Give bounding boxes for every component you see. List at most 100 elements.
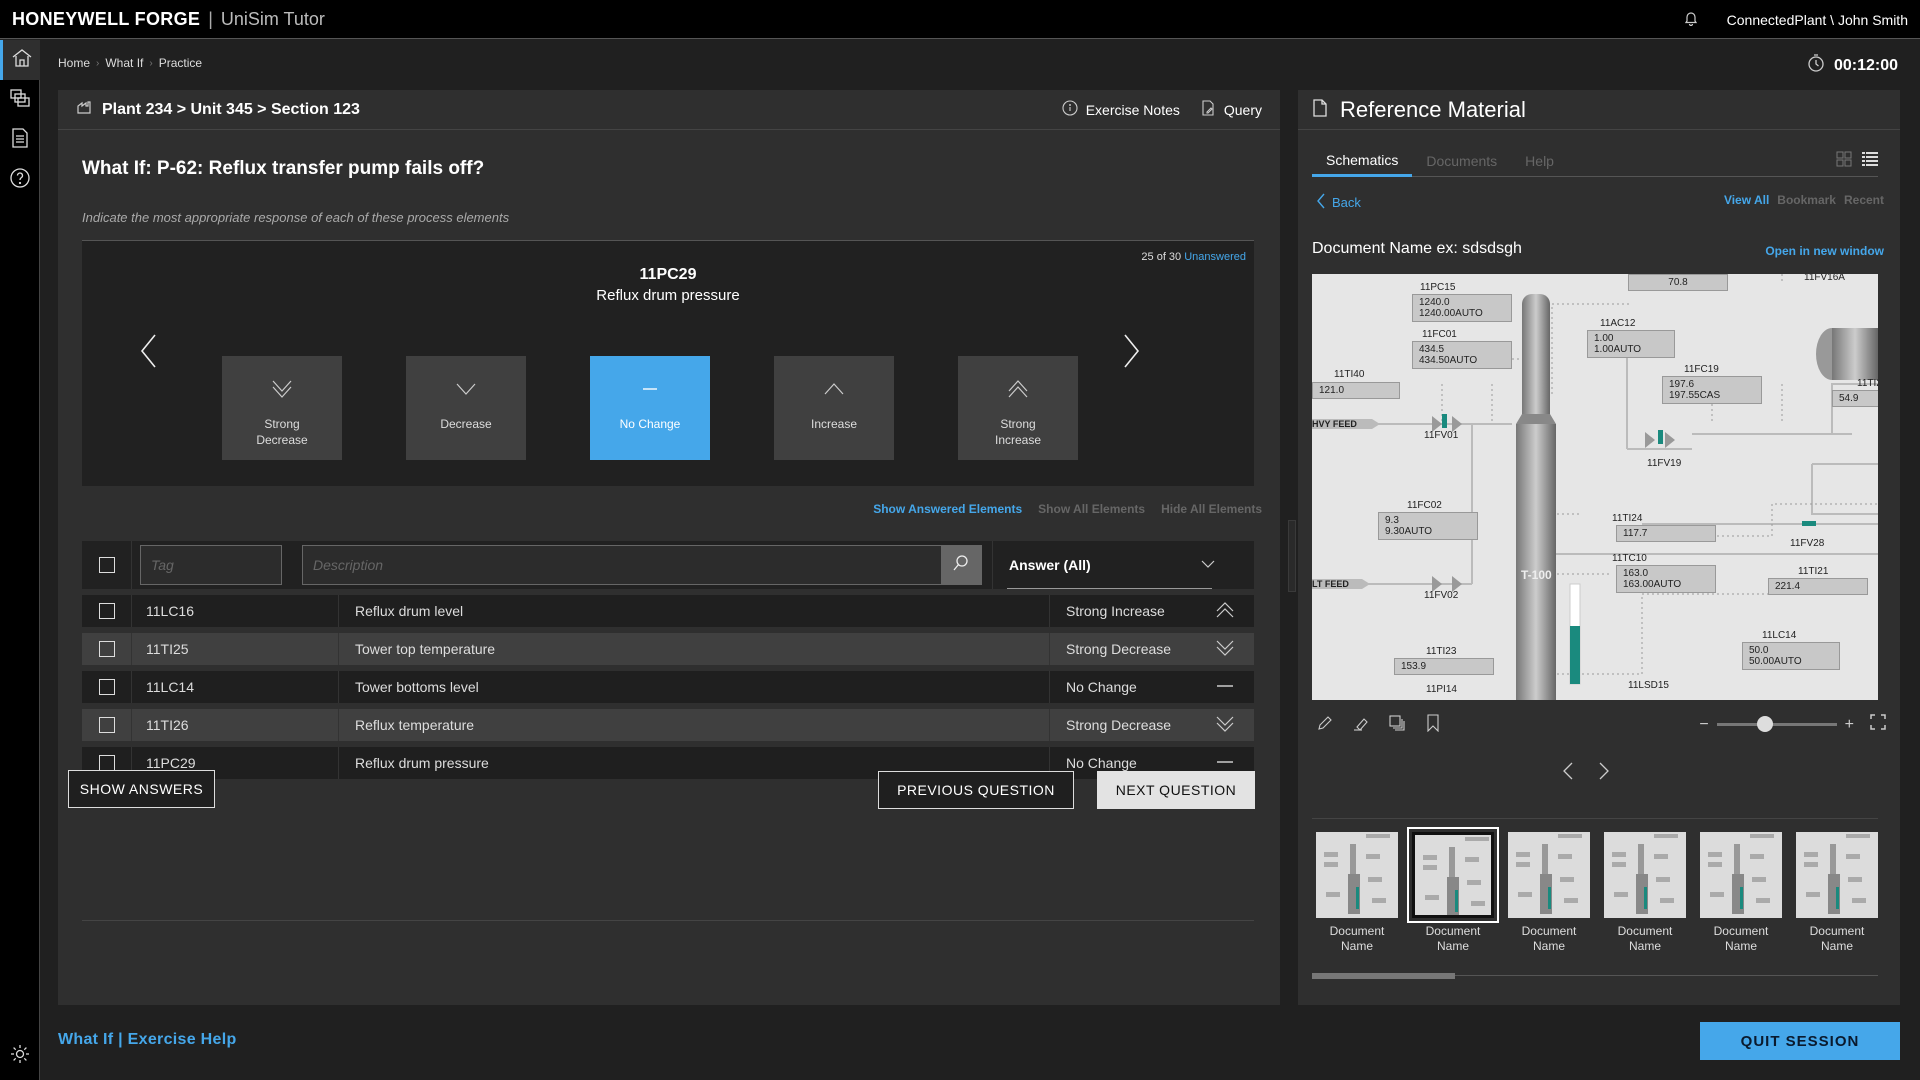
option-label: No Change — [619, 417, 681, 431]
description-search-button[interactable] — [941, 546, 981, 584]
chevron-left-icon[interactable] — [1562, 762, 1574, 785]
row-checkbox[interactable] — [98, 679, 115, 695]
nav-home[interactable] — [0, 40, 40, 80]
thumbnail-label: Document Name — [1329, 924, 1385, 953]
reference-header: Reference Material — [1298, 90, 1900, 130]
view-all-link[interactable]: View All — [1724, 193, 1769, 207]
document-name: Document Name ex: sdsdsgh — [1312, 240, 1522, 257]
recent-link[interactable]: Recent — [1844, 193, 1884, 207]
next-element-button[interactable] — [1116, 333, 1146, 373]
breadcrumb-practice[interactable]: Practice — [159, 56, 202, 70]
pencil-icon[interactable] — [1316, 714, 1334, 737]
document-thumbnail[interactable]: Document Name — [1700, 832, 1782, 954]
list-view-icon[interactable] — [1862, 151, 1878, 170]
thumbnail-image — [1508, 832, 1590, 918]
double-chevron-down-icon — [1214, 637, 1236, 662]
nav-settings[interactable] — [0, 1036, 40, 1076]
thumbnail-image — [1700, 832, 1782, 918]
table-row[interactable]: 11PC29 Reflux drum pressure No Change — [82, 747, 1254, 779]
show-answered-elements-link[interactable]: Show Answered Elements — [873, 502, 1022, 516]
back-link[interactable]: Back — [1316, 193, 1361, 212]
readout-value: 121.0 — [1319, 385, 1345, 396]
table-row[interactable]: 11TI25 Tower top temperature Strong Decrea… — [82, 633, 1254, 665]
document-thumbnail[interactable]: Document Name — [1316, 832, 1398, 954]
element-filters: Show Answered Elements Show All Elements… — [873, 502, 1262, 516]
exercise-help-link[interactable]: What If | Exercise Help — [58, 1031, 237, 1049]
option-strong-increase[interactable]: Strong Increase — [958, 356, 1078, 460]
nav-windows[interactable] — [0, 80, 40, 120]
open-in-new-window-link[interactable]: Open in new window — [1765, 244, 1884, 258]
nav-documents[interactable] — [0, 120, 40, 160]
show-answers-button[interactable]: SHOW ANSWERS — [68, 770, 215, 808]
zoom-out-icon[interactable]: − — [1699, 716, 1708, 734]
option-no-change[interactable]: No Change — [590, 356, 710, 460]
document-thumbnail[interactable]: Document Name — [1407, 827, 1499, 954]
query-button[interactable]: Query — [1200, 100, 1262, 119]
previous-question-button[interactable]: PREVIOUS QUESTION — [878, 771, 1074, 809]
row-checkbox[interactable] — [98, 755, 115, 771]
user-account[interactable]: ConnectedPlant \ John Smith — [1727, 12, 1908, 28]
bookmark-link[interactable]: Bookmark — [1777, 193, 1836, 207]
select-all-checkbox[interactable] — [98, 557, 115, 573]
row-answer-label: Strong Increase — [1066, 603, 1165, 619]
answer-selector: 25 of 30 Unanswered 11PC29 Reflux drum p… — [82, 240, 1254, 486]
schematic-viewer[interactable]: 11PC15 1240.0 1240.00AUTO 11FC01 434.5 434… — [1312, 274, 1878, 700]
breadcrumb-home[interactable]: Home — [58, 56, 90, 70]
document-thumbnail[interactable]: Document Name — [1604, 832, 1686, 954]
previous-element-button[interactable] — [134, 333, 164, 373]
nav-help[interactable] — [0, 160, 40, 200]
option-strong-decrease[interactable]: Strong Decrease — [222, 356, 342, 460]
eraser-icon[interactable] — [1352, 714, 1370, 737]
thumbnail-scrollbar[interactable] — [1312, 973, 1455, 979]
hide-all-elements-link[interactable]: Hide All Elements — [1161, 502, 1262, 516]
row-tag: 11LC14 — [132, 671, 339, 703]
bookmark-icon[interactable] — [1424, 714, 1442, 737]
current-element-tag: 11PC29 — [639, 266, 697, 283]
row-checkbox[interactable] — [98, 641, 115, 657]
zoom-slider[interactable] — [1716, 716, 1837, 732]
grid-view-icon[interactable] — [1836, 151, 1852, 170]
next-question-button[interactable]: NEXT QUESTION — [1097, 771, 1255, 809]
readout-value: 117.7 — [1623, 528, 1648, 539]
zoom-in-icon[interactable]: + — [1845, 716, 1854, 734]
bell-icon[interactable] — [1683, 10, 1699, 29]
quit-session-button[interactable]: QUIT SESSION — [1700, 1022, 1900, 1060]
row-select-cell — [82, 595, 132, 627]
option-increase[interactable]: Increase — [774, 356, 894, 460]
chevron-up-icon — [821, 376, 847, 416]
table-row[interactable]: 11TI26 Reflux temperature Strong Decrease — [82, 709, 1254, 741]
valve-label: 11FV16A — [1804, 274, 1845, 283]
table-row[interactable]: 11LC14 Tower bottoms level No Change — [82, 671, 1254, 703]
session-timer: 00:12:00 — [1806, 53, 1898, 78]
schematic-tag: 11TI24 — [1612, 513, 1643, 524]
answer-filter-dropdown[interactable]: Answer (All) — [992, 541, 1232, 589]
readout-value: 54.9 — [1839, 393, 1859, 404]
description-search-input[interactable] — [303, 546, 941, 584]
show-answers-label: SHOW ANSWERS — [79, 781, 204, 797]
panel-resize-handle[interactable] — [1288, 520, 1296, 592]
table-row[interactable]: 11LC16 Reflux drum level Strong Increase — [82, 595, 1254, 627]
tab-help[interactable]: Help — [1511, 145, 1568, 177]
breadcrumb-what-if[interactable]: What If — [105, 56, 143, 70]
row-answer: No Change — [1050, 671, 1254, 703]
row-checkbox[interactable] — [98, 717, 115, 733]
document-thumbnail[interactable]: Document Name — [1508, 832, 1590, 954]
chevron-right-icon[interactable] — [1598, 762, 1610, 785]
tab-documents[interactable]: Documents — [1412, 145, 1511, 177]
fullscreen-icon[interactable] — [1870, 714, 1886, 735]
show-all-elements-link[interactable]: Show All Elements — [1038, 502, 1145, 516]
progress-status[interactable]: Unanswered — [1184, 251, 1246, 263]
schematic-readout: 153.9 — [1394, 658, 1494, 675]
exercise-notes-button[interactable]: Exercise Notes — [1062, 100, 1180, 119]
tab-schematics[interactable]: Schematics — [1312, 145, 1413, 177]
zoom-slider-knob[interactable] — [1756, 716, 1773, 732]
chevron-left-icon — [139, 333, 159, 374]
option-decrease[interactable]: Decrease — [406, 356, 526, 460]
schematic-readout: 54.9 — [1832, 390, 1878, 407]
document-thumbnail[interactable]: Document Name — [1796, 832, 1878, 954]
row-checkbox[interactable] — [98, 603, 115, 619]
schematic-pager — [1562, 762, 1610, 785]
copy-icon[interactable] — [1388, 714, 1406, 737]
row-description: Tower bottoms level — [339, 671, 1050, 703]
row-select-cell — [82, 633, 132, 665]
